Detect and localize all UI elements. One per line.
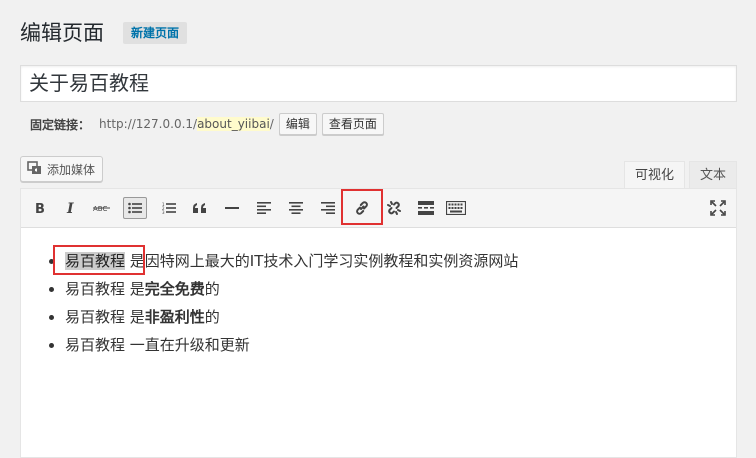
unlink-icon[interactable] — [382, 197, 406, 219]
horizontal-line-icon[interactable] — [220, 197, 244, 219]
toolbar-toggle-icon[interactable] — [444, 197, 468, 219]
list-item[interactable]: 易百教程 是非盈利性的 — [65, 303, 736, 331]
add-media-label: 添加媒体 — [47, 162, 96, 177]
svg-text:3: 3 — [162, 210, 165, 214]
edit-permalink-button[interactable]: 编辑 — [278, 113, 317, 135]
read-more-icon[interactable] — [414, 197, 438, 219]
page-title: 编辑页面 — [20, 21, 104, 45]
list-item[interactable]: 易百教程 是完全免费的 — [65, 275, 736, 303]
align-right-icon[interactable] — [316, 197, 340, 219]
tab-text[interactable]: 文本 — [688, 161, 737, 188]
bold-icon[interactable]: B — [28, 197, 52, 219]
link-button-highlight — [341, 189, 383, 225]
list-item[interactable]: 易百教程 是因特网上最大的IT技术入门学习实例教程和实例资源网站 — [65, 247, 736, 275]
view-page-button[interactable]: 查看页面 — [321, 113, 384, 135]
add-new-page-button[interactable]: 新建页面 — [123, 22, 188, 44]
permalink-slug-suffix: / — [269, 117, 274, 131]
tab-visual[interactable]: 可视化 — [623, 161, 685, 188]
align-center-icon[interactable] — [284, 197, 308, 219]
permalink-row: 固定链接： http://127.0.0.1/ about_yiibai / 编… — [30, 112, 384, 136]
editor-tabs: 可视化 文本 — [620, 161, 737, 188]
svg-text:ABC: ABC — [93, 205, 107, 213]
strikethrough-icon[interactable]: ABC — [90, 197, 114, 219]
content-editor[interactable]: B I ABC 123 • 易百教程 是因特网上最大的IT技术入门学习实例教程和… — [20, 188, 737, 458]
numbered-list-icon[interactable]: 123 — [157, 197, 181, 219]
fullscreen-icon[interactable] — [706, 197, 730, 219]
svg-text:I: I — [66, 201, 74, 215]
blockquote-icon[interactable] — [188, 197, 212, 219]
editor-body[interactable]: 易百教程 是因特网上最大的IT技术入门学习实例教程和实例资源网站 易百教程 是完… — [21, 227, 736, 359]
post-title-input[interactable]: 关于易百教程 — [20, 65, 737, 102]
permalink-url-prefix[interactable]: http://127.0.0.1/ — [99, 117, 197, 131]
italic-icon[interactable]: I — [59, 197, 83, 219]
permalink-slug[interactable]: about_yiibai — [197, 117, 270, 131]
selection-highlight — [53, 245, 145, 275]
media-icon — [27, 160, 43, 178]
editor-toolbar: B I ABC 123 — [21, 189, 736, 228]
svg-text:B: B — [35, 202, 45, 215]
bulleted-list-icon[interactable] — [123, 197, 147, 219]
list-item[interactable]: 易百教程 一直在升级和更新 — [65, 331, 736, 359]
permalink-label: 固定链接： — [30, 117, 91, 132]
align-left-icon[interactable] — [252, 197, 276, 219]
add-media-button[interactable]: 添加媒体 — [20, 156, 104, 182]
